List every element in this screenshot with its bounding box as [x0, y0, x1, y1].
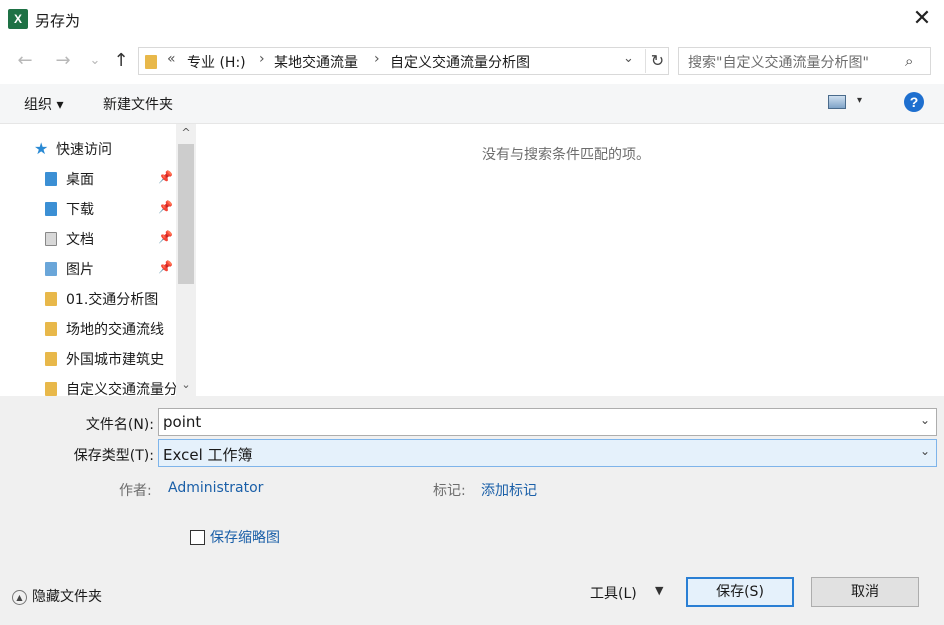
breadcrumb-current[interactable]: 自定义交通流量分析图 [390, 52, 530, 72]
organize-menu[interactable]: 组织 ▾ [24, 94, 63, 114]
file-list[interactable]: 没有与搜索条件匹配的项。 [196, 124, 944, 396]
filename-input[interactable]: point [163, 413, 201, 431]
folder-icon [45, 352, 57, 366]
sidebar-item-folder[interactable]: 场地的交通流线 [0, 313, 176, 343]
author-value[interactable]: Administrator [168, 480, 263, 496]
sidebar-item-label: 图片 [66, 262, 94, 278]
sidebar-scrollbar[interactable]: ^ ⌄ [176, 124, 196, 396]
filetype-select[interactable]: Excel 工作簿 ⌄ [158, 439, 937, 467]
navigation-pane: ★ 快速访问 桌面 📌 下载 📌 文档 📌 图片 📌 01.交通分析图 场地的交… [0, 124, 196, 396]
breadcrumb-folder[interactable]: 某地交通流量 [274, 52, 358, 72]
filename-label: 文件名(N): [85, 417, 154, 433]
sidebar-item-label: 自定义交通流量分 [66, 382, 176, 396]
recent-locations-icon[interactable]: ⌄ [84, 50, 106, 72]
breadcrumb-overflow[interactable]: « [167, 51, 176, 67]
picture-icon [45, 262, 57, 276]
folder-icon [45, 292, 57, 306]
tools-caret-icon[interactable]: ▼ [655, 584, 663, 597]
search-input[interactable]: 搜索"自定义交通流量分析图" [688, 52, 869, 72]
save-button[interactable]: 保存(S) [686, 577, 794, 607]
filename-field[interactable]: point ⌄ [158, 408, 937, 436]
pin-icon[interactable]: 📌 [158, 170, 173, 184]
pin-icon[interactable]: 📌 [158, 200, 173, 214]
pin-icon[interactable]: 📌 [158, 230, 173, 244]
sidebar-item-label: 下载 [66, 202, 94, 218]
back-icon[interactable]: ← [14, 50, 36, 72]
scroll-down-icon[interactable]: ⌄ [176, 376, 196, 394]
scroll-thumb[interactable] [178, 144, 194, 284]
address-dropdown-icon[interactable]: ⌄ [623, 51, 634, 66]
filetype-value: Excel 工作簿 [163, 446, 253, 464]
star-icon: ★ [34, 139, 49, 158]
filetype-dropdown-icon[interactable]: ⌄ [920, 444, 930, 458]
forward-icon[interactable]: → [52, 50, 74, 72]
up-folder-icon[interactable]: ↑ [110, 50, 132, 72]
sidebar-item-label: 文档 [66, 232, 94, 248]
address-bar[interactable]: « 专业 (H:) › 某地交通流量 › 自定义交通流量分析图 ⌄ ↻ [138, 47, 669, 75]
tags-label: 标记: [433, 483, 466, 499]
view-options-caret-icon[interactable]: ▾ [857, 95, 862, 106]
new-folder-button[interactable]: 新建文件夹 [103, 94, 173, 114]
folder-icon [45, 322, 57, 336]
filename-dropdown-icon[interactable]: ⌄ [920, 413, 930, 427]
document-icon [45, 232, 57, 246]
close-button[interactable]: ✕ [907, 5, 937, 33]
sidebar-item-desktop[interactable]: 桌面 📌 [0, 163, 176, 193]
sidebar-item-label: 外国城市建筑史 [66, 352, 164, 368]
save-thumbnail-label[interactable]: 保存缩略图 [210, 527, 280, 547]
refresh-icon[interactable]: ↻ [645, 49, 669, 73]
excel-app-icon: X [8, 9, 28, 29]
sidebar-item-folder[interactable]: 01.交通分析图 [0, 283, 176, 313]
download-icon [45, 202, 57, 216]
breadcrumb-drive[interactable]: 专业 (H:) [187, 52, 246, 72]
sidebar-item-pictures[interactable]: 图片 📌 [0, 253, 176, 283]
filetype-label: 保存类型(T): [73, 448, 154, 464]
hide-folders-button[interactable]: ▲ 隐藏文件夹 [12, 586, 102, 606]
add-tags-link[interactable]: 添加标记 [481, 480, 537, 500]
collapse-icon: ▲ [12, 589, 27, 605]
sidebar-item-folder[interactable]: 自定义交通流量分 [0, 373, 176, 396]
search-icon[interactable]: ⌕ [905, 52, 913, 70]
author-label: 作者: [119, 483, 152, 499]
folder-icon [45, 382, 57, 396]
change-view-icon[interactable] [828, 95, 846, 109]
save-form-panel: 文件名(N): point ⌄ 保存类型(T): Excel 工作簿 ⌄ 作者:… [0, 396, 944, 625]
breadcrumb-separator[interactable]: › [259, 51, 265, 67]
hide-folders-label: 隐藏文件夹 [32, 589, 102, 605]
sidebar-item-label: 场地的交通流线 [66, 322, 164, 338]
pin-icon[interactable]: 📌 [158, 260, 173, 274]
command-toolbar: 组织 ▾ 新建文件夹 ▾ ? [0, 84, 944, 124]
folder-icon [145, 55, 157, 69]
sidebar-item-downloads[interactable]: 下载 📌 [0, 193, 176, 223]
window-title: 另存为 [35, 12, 81, 30]
help-icon[interactable]: ? [904, 92, 924, 112]
sidebar-item-label: 桌面 [66, 172, 94, 188]
empty-results-message: 没有与搜索条件匹配的项。 [482, 147, 650, 163]
cancel-button[interactable]: 取消 [811, 577, 919, 607]
tools-menu[interactable]: 工具(L) [590, 583, 637, 603]
search-box[interactable]: 搜索"自定义交通流量分析图" ⌕ [678, 47, 931, 75]
breadcrumb-separator[interactable]: › [374, 51, 380, 67]
scroll-up-icon[interactable]: ^ [176, 124, 196, 142]
sidebar-item-quick-access[interactable]: ★ 快速访问 [0, 133, 176, 163]
sidebar-item-label: 01.交通分析图 [66, 292, 159, 308]
navigation-bar: ← → ⌄ ↑ « 专业 (H:) › 某地交通流量 › 自定义交通流量分析图 … [0, 38, 944, 84]
desktop-icon [45, 172, 57, 186]
save-thumbnail-checkbox[interactable] [190, 530, 205, 545]
title-bar: X 另存为 ✕ [0, 0, 944, 38]
sidebar-item-documents[interactable]: 文档 📌 [0, 223, 176, 253]
sidebar-item-folder[interactable]: 外国城市建筑史 [0, 343, 176, 373]
sidebar-item-label: 快速访问 [56, 142, 112, 158]
